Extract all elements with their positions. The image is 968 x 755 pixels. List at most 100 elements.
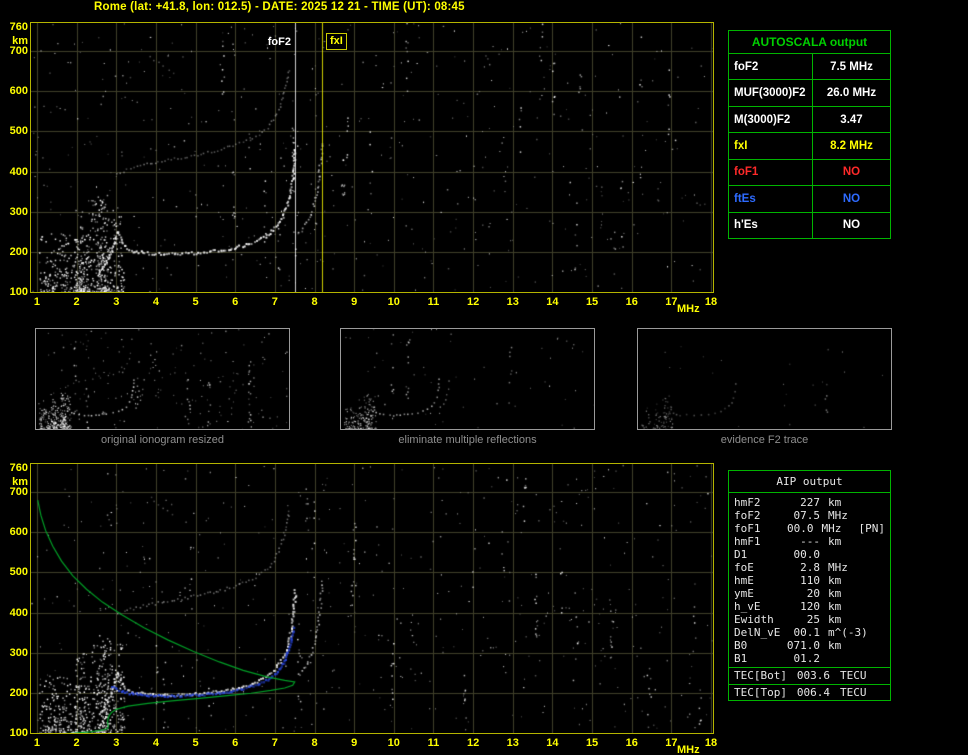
x-tick-label: 18	[704, 737, 718, 749]
y-tick-label: 760	[9, 462, 28, 474]
aip-row-value: 110	[800, 574, 820, 587]
x-tick-label: 5	[192, 296, 199, 308]
aip-row-label: DelN_vE	[734, 626, 781, 639]
aip-row-label: foF1	[734, 522, 761, 535]
x-tick-label: 7	[271, 737, 278, 749]
x-tick-label: 8	[311, 296, 318, 308]
top-ionogram-canvas	[31, 23, 713, 292]
bottom-ionogram-canvas	[31, 464, 713, 733]
autoscala-row: h'Es NO	[729, 212, 890, 238]
aip-row: foE 2.8 MHz	[729, 561, 890, 574]
x-tick-label: 2	[73, 296, 80, 308]
station-date-time-title: Rome (lat: +41.8, lon: 012.5) - DATE: 20…	[94, 1, 465, 13]
aip-row-value: 2.8	[800, 561, 820, 574]
aip-row-note	[868, 574, 885, 587]
aip-row-value: ---	[800, 535, 820, 548]
x-tick-label: 15	[585, 296, 599, 308]
autoscala-row-value: 8.2 MHz	[830, 139, 873, 152]
thumbnail-eliminate-canvas	[341, 329, 594, 429]
autoscala-app-window: Rome (lat: +41.8, lon: 012.5) - DATE: 20…	[0, 0, 968, 755]
x-tick-label: 12	[466, 296, 480, 308]
x-tick-label: 6	[232, 737, 239, 749]
autoscala-row-value: NO	[842, 219, 861, 232]
aip-tec-row: TEC[Top] 006.4 TECU	[729, 684, 890, 700]
x-tick-label: 14	[546, 737, 559, 749]
x-tick-label: 7	[271, 296, 278, 308]
thumbnail-evidence-f2	[637, 328, 892, 430]
aip-row-unit	[820, 548, 868, 561]
x-tick-label: 9	[351, 737, 358, 749]
x-tick-label: 8	[311, 737, 318, 749]
y-tick-label: 400	[9, 165, 28, 178]
aip-row-label: h_vE	[734, 600, 761, 613]
y-tick-label: 400	[9, 606, 28, 619]
y-tick-label: 500	[9, 566, 28, 579]
x-tick-label: 15	[585, 737, 599, 749]
aip-row-label: B1	[734, 652, 748, 665]
y-axis-unit-label: km	[12, 476, 28, 488]
bottom-ionogram-plot	[30, 463, 714, 734]
y-axis-unit-label: km	[12, 35, 28, 47]
aip-table-title: AIP output	[729, 471, 890, 493]
x-tick-label: 2	[73, 737, 80, 749]
fxi-marker-label: fxI	[326, 33, 347, 50]
autoscala-row-value: NO	[842, 166, 861, 179]
aip-tec-value: 003.6	[796, 669, 830, 682]
aip-row-note	[868, 639, 885, 652]
aip-row-value: 20	[806, 587, 820, 600]
x-tick-label: 13	[506, 296, 519, 308]
aip-row-label: hmF1	[734, 535, 761, 548]
x-tick-label: 1	[33, 737, 40, 749]
x-tick-label: 6	[232, 296, 239, 308]
x-tick-label: 10	[387, 737, 400, 749]
aip-row-value: 00.1	[793, 626, 821, 639]
x-tick-label: 11	[427, 296, 440, 308]
aip-tec-value: 006.4	[796, 686, 830, 699]
aip-row-unit: km	[828, 600, 842, 613]
aip-row: hmF1 --- km	[729, 535, 890, 548]
thumbnail-caption-evidence: evidence F2 trace	[720, 434, 809, 446]
aip-row: hmE 110 km	[729, 574, 890, 587]
aip-row-label: D1	[734, 548, 748, 561]
aip-row-unit: km	[828, 535, 842, 548]
aip-output-table: AIP output hmF2 227 km foF2 07.5 MHz foF1 00.0 M…	[728, 470, 891, 701]
y-tick-label: 300	[9, 646, 28, 659]
aip-row-note	[868, 496, 885, 509]
aip-row-note	[868, 535, 885, 548]
fof2-marker-label: foF2	[267, 36, 291, 48]
aip-row-unit: MHz	[821, 522, 842, 535]
thumbnail-caption-original: original ionogram resized	[101, 434, 224, 446]
x-tick-label: 14	[546, 296, 559, 308]
aip-row-value: 120	[800, 600, 820, 613]
autoscala-row: ftEs NO	[729, 186, 890, 213]
aip-row-label: ymE	[734, 587, 754, 600]
aip-row-label: hmF2	[734, 496, 761, 509]
autoscala-row-label: ftEs	[729, 186, 813, 212]
aip-row-value: 00.0	[793, 548, 821, 561]
aip-row-value: 07.5	[793, 509, 821, 522]
y-tick-label: 100	[9, 286, 28, 298]
autoscala-row-label: M(3000)F2	[729, 106, 813, 133]
autoscala-row: fxI 8.2 MHz	[729, 133, 890, 160]
x-tick-label: 13	[506, 737, 519, 749]
aip-row-label: foF2	[734, 509, 761, 522]
aip-row: Ewidth 25 km	[729, 613, 890, 626]
aip-tec-unit: TECU	[840, 669, 867, 682]
autoscala-table-title: AUTOSCALA output	[729, 31, 890, 54]
autoscala-row: MUF(3000)F2 26.0 MHz	[729, 80, 890, 107]
y-tick-label: 200	[9, 686, 28, 699]
x-tick-label: 9	[351, 296, 358, 308]
x-tick-label: 12	[466, 737, 480, 749]
aip-row: h_vE 120 km	[729, 600, 890, 613]
aip-row-unit: MHz	[828, 509, 848, 522]
aip-row-note	[868, 548, 885, 561]
x-tick-label: 1	[33, 296, 40, 308]
x-tick-label: 4	[152, 737, 159, 749]
aip-row-unit: MHz	[828, 561, 848, 574]
autoscala-output-table: AUTOSCALA output foF2 7.5 MHz MUF(3000)F2 2…	[728, 30, 891, 239]
aip-row-unit: km	[828, 574, 842, 587]
thumbnail-original-canvas	[36, 329, 289, 429]
aip-row: foF1 00.0 MHz [PN]	[729, 522, 890, 535]
aip-row: D1 00.0	[729, 548, 890, 561]
autoscala-row: M(3000)F2 3.47	[729, 106, 890, 134]
